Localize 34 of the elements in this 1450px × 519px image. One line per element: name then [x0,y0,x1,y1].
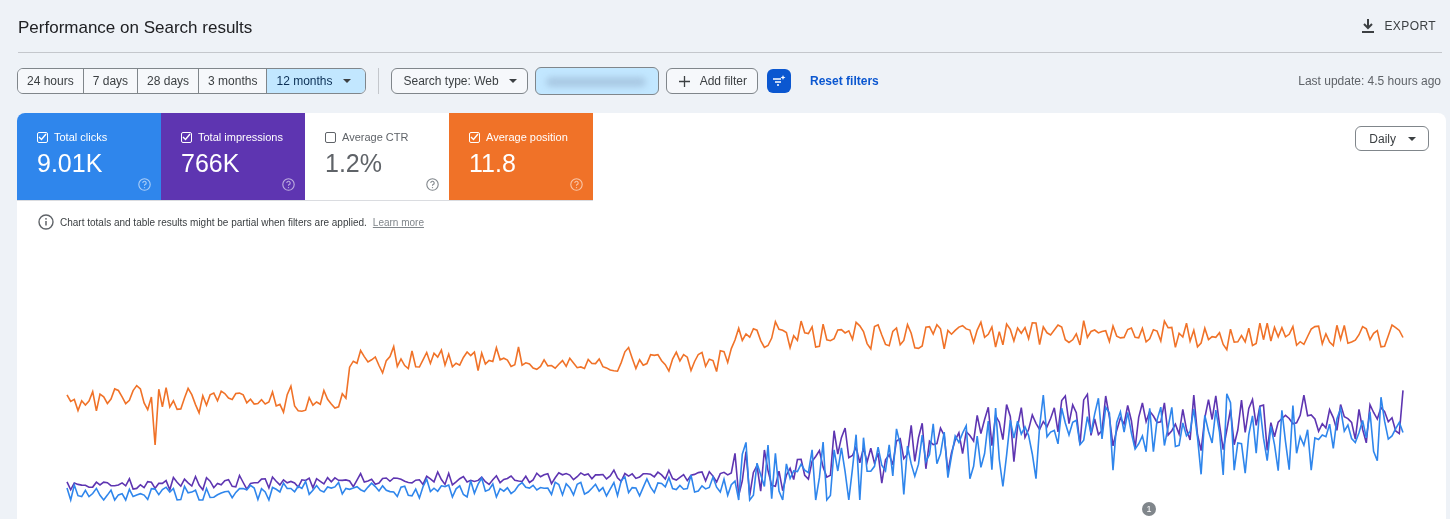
metric-value: 9.01K [37,149,104,178]
metric-label: Total clicks [54,131,108,143]
annotation-badge[interactable]: 1 [1142,502,1156,516]
add-filter-button[interactable]: Add filter [665,68,759,94]
help-icon[interactable] [426,178,439,191]
last-update-text: Last update: 4.5 hours ago [1298,74,1441,88]
caret-icon [1408,136,1416,141]
filter-chip[interactable] [534,67,659,95]
search-type-dropdown[interactable]: Search type: Web [390,68,528,94]
metric-value: 1.2% [325,149,383,178]
learn-more-link[interactable]: Learn more [372,216,424,228]
checkbox[interactable] [325,131,336,143]
metric-label: Average CTR [342,131,409,143]
date-range-tab[interactable]: 12 months [267,69,365,93]
caret-icon [342,79,351,83]
download-icon [1362,19,1375,33]
metric-value: 11.8 [469,149,517,178]
metric-label: Total impressions [198,131,283,143]
date-range-tab[interactable]: 28 days [138,69,200,93]
plus-icon [678,75,690,87]
granularity-dropdown[interactable]: Daily [1355,126,1429,151]
info-icon [38,214,54,230]
export-button[interactable]: EXPORT [1356,18,1442,34]
metric-value: 766K [181,149,241,178]
date-range-tab[interactable]: 3 months [199,69,268,93]
metric-label: Average position [486,131,568,143]
filter-settings-button[interactable] [767,69,792,93]
page-title: Performance on Search results [18,17,254,38]
date-range-tab[interactable]: 24 hours [18,69,84,93]
reset-filters-link[interactable]: Reset filters [810,74,879,88]
date-range-tab[interactable]: 7 days [83,69,139,93]
caret-icon [508,79,517,83]
notice-text: Chart totals and table results might be partial when filters are applied. [60,216,367,228]
sparkle-filter-icon [772,75,787,87]
